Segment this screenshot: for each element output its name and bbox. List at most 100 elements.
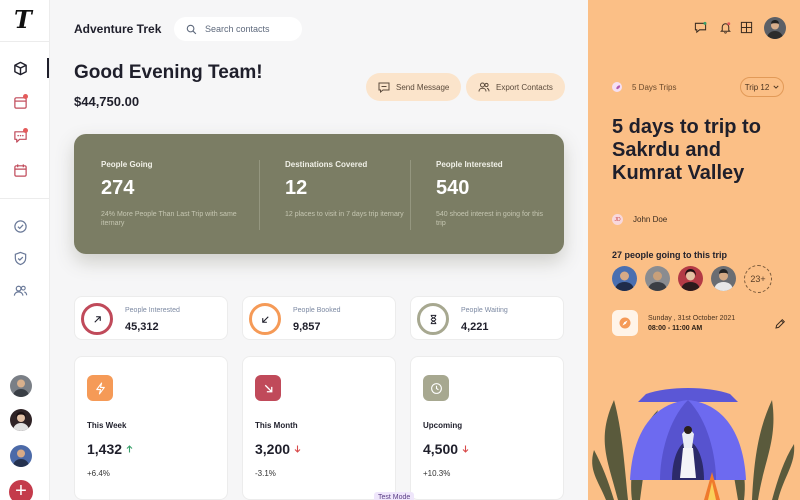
stat-people-waiting[interactable]: People Waiting 4,221 [410, 296, 564, 340]
chat-icon[interactable] [694, 21, 707, 34]
svg-text:T: T [14, 6, 34, 34]
stat-label: People Booked [293, 307, 341, 314]
user-avatar-icon [10, 409, 32, 431]
card-this-month[interactable]: This Month 3,200 -3.1% [242, 356, 396, 500]
trip-detail-panel: 5 Days Trips Trip 12 5 days to trip to S… [588, 0, 800, 500]
author-initials: JD [612, 214, 623, 225]
stat-value: 9,857 [293, 321, 321, 333]
card-title: This Month [255, 421, 298, 430]
sidebar-item-security[interactable] [11, 249, 29, 267]
summary-note: 12 places to visit in 7 days trip iterna… [285, 211, 404, 218]
more-attendees-badge[interactable]: 23+ [744, 265, 772, 293]
card-percent: -3.1% [255, 469, 276, 478]
schedule-badge [612, 310, 638, 336]
stat-label: People Waiting [461, 307, 508, 314]
avatar[interactable] [10, 409, 32, 431]
summary-note: 540 shoed interest in going for this tri… [436, 211, 544, 227]
user-avatar-icon [10, 375, 32, 397]
user-avatar-icon [678, 266, 703, 291]
rail-divider [0, 41, 50, 42]
sidebar-item-users[interactable] [11, 281, 29, 299]
add-button[interactable]: + [9, 480, 33, 500]
card-upcoming[interactable]: Upcoming 4,500 +10.3% [410, 356, 564, 500]
summary-value: 274 [101, 177, 135, 199]
trip-author[interactable]: JD John Doe [612, 214, 667, 225]
notification-dot [23, 94, 28, 99]
avatar[interactable] [612, 266, 637, 291]
arrow-down-right-icon [264, 384, 272, 392]
rocket-icon [612, 82, 622, 92]
trip-category: 5 Days Trips [612, 82, 676, 92]
avatar[interactable] [10, 375, 32, 397]
arrow-up-icon [126, 445, 133, 453]
send-message-button[interactable]: Send Message [366, 73, 462, 101]
arrow-down-left-icon [261, 315, 269, 323]
export-contacts-label: Export Contacts [496, 82, 553, 92]
summary-label: People Going [101, 160, 153, 169]
edit-icon[interactable] [774, 318, 786, 330]
grid-icon[interactable] [740, 21, 753, 34]
sidebar-rail: T + [0, 0, 50, 500]
sidebar-item-calendar[interactable] [11, 161, 29, 179]
search-box[interactable] [174, 17, 302, 41]
stat-people-interested[interactable]: People Interested 45,312 [74, 296, 228, 340]
main-content: Adventure Trek Good Evening Team! $44,75… [50, 0, 588, 500]
author-name: John Doe [633, 215, 668, 224]
arrow-down-icon [294, 445, 301, 453]
cube-icon [13, 61, 27, 75]
summary-divider [259, 160, 260, 230]
compass-icon [619, 317, 631, 329]
avatar[interactable] [711, 266, 736, 291]
stat-ring [81, 303, 113, 335]
active-indicator [47, 58, 49, 78]
card-badge [423, 375, 449, 401]
check-circle-icon [13, 219, 27, 233]
card-percent: +10.3% [423, 469, 451, 478]
profile-avatar[interactable] [764, 17, 786, 39]
card-value: 3,200 [255, 441, 301, 457]
card-value: 1,432 [87, 441, 133, 457]
arrow-down-icon [462, 445, 469, 453]
user-avatar-icon [711, 266, 736, 291]
card-this-week[interactable]: This Week 1,432 +6.4% [74, 356, 228, 500]
trip-schedule: Sunday , 31st October 2021 08:00 - 11:00… [612, 310, 735, 336]
avatar[interactable] [645, 266, 670, 291]
bell-icon[interactable] [719, 21, 732, 34]
summary-label: Destinations Covered [285, 160, 368, 169]
summary-destinations: Destinations Covered 12 12 places to vis… [285, 160, 425, 219]
app-logo[interactable]: T [11, 5, 39, 34]
tent [630, 388, 746, 480]
calendar-icon [13, 163, 27, 177]
avatar[interactable] [10, 445, 32, 467]
sidebar-item-dashboard[interactable] [11, 59, 29, 77]
stat-people-booked[interactable]: People Booked 9,857 [242, 296, 396, 340]
user-avatar-icon [645, 266, 670, 291]
trip-category-label: 5 Days Trips [632, 82, 677, 92]
search-input[interactable] [205, 24, 291, 34]
card-badge [255, 375, 281, 401]
trip-selector[interactable]: Trip 12 [740, 77, 784, 97]
message-icon [378, 82, 390, 93]
card-value-text: 3,200 [255, 441, 291, 457]
card-value-text: 1,432 [87, 441, 123, 457]
page-title: Good Evening Team! [74, 62, 263, 83]
stat-ring [249, 303, 281, 335]
logo-icon: T [14, 5, 34, 34]
summary-value: 540 [436, 177, 470, 199]
card-value: 4,500 [423, 441, 469, 457]
camping-illustration [592, 388, 795, 500]
bolt-icon [95, 382, 105, 394]
stat-label: People Interested [125, 307, 180, 314]
hourglass-icon [430, 314, 436, 324]
sidebar-item-tasks[interactable] [11, 217, 29, 235]
summary-label: People Interested [436, 160, 503, 169]
total-amount: $44,750.00 [74, 94, 140, 109]
summary-people-interested: People Interested 540 540 shoed interest… [436, 160, 546, 228]
search-icon [186, 24, 197, 34]
stat-value: 45,312 [125, 321, 159, 333]
send-message-label: Send Message [396, 82, 450, 92]
card-percent: +6.4% [87, 469, 110, 478]
avatar[interactable] [678, 266, 703, 291]
export-contacts-button[interactable]: Export Contacts [466, 73, 565, 101]
brand-name: Adventure Trek [74, 22, 162, 36]
